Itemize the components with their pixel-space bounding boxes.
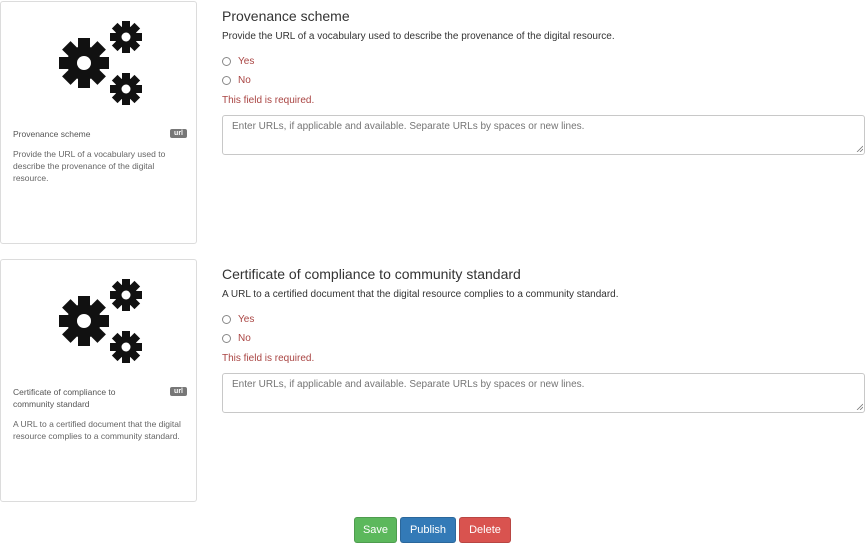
card-description: Provide the URL of a vocabulary used to … xyxy=(13,149,166,183)
radio-label: Yes xyxy=(238,313,255,325)
radio-no[interactable]: No xyxy=(222,73,251,87)
field-certificate-compliance: Certificate of compliance to community s… xyxy=(222,266,865,426)
field-provenance-scheme: Provenance scheme Provide the URL of a v… xyxy=(222,8,865,168)
gears-icon xyxy=(51,275,151,367)
radio-label: No xyxy=(238,74,251,86)
radio-no[interactable]: No xyxy=(222,331,251,345)
radio-circle-icon[interactable] xyxy=(222,56,231,66)
radio-circle-icon[interactable] xyxy=(222,75,231,85)
radio-yes[interactable]: Yes xyxy=(222,54,254,68)
validation-error: This field is required. xyxy=(222,353,315,364)
validation-error: This field is required. xyxy=(222,95,315,106)
field-description: Provide the URL of a vocabulary used to … xyxy=(222,31,615,42)
radio-label: Yes xyxy=(238,55,255,67)
save-button[interactable]: Save xyxy=(354,517,397,543)
radio-yes[interactable]: Yes xyxy=(222,312,254,326)
resize-handle-icon[interactable] xyxy=(856,145,863,152)
type-badge: url xyxy=(170,129,187,138)
radio-label: No xyxy=(238,332,251,344)
card-description: A URL to a certified document that the d… xyxy=(13,419,181,441)
delete-button[interactable]: Delete xyxy=(459,517,511,543)
publish-button[interactable]: Publish xyxy=(400,517,456,543)
metric-card-certificate-compliance: Certificate of compliance to community s… xyxy=(0,259,197,502)
card-title: Provenance scheme xyxy=(13,129,91,139)
urls-input[interactable] xyxy=(222,115,865,155)
type-badge: url xyxy=(170,387,187,396)
field-title: Provenance scheme xyxy=(222,8,350,24)
field-title: Certificate of compliance to community s… xyxy=(222,266,521,282)
field-description: A URL to a certified document that the d… xyxy=(222,289,619,300)
metric-card-provenance-scheme: Provenance scheme url Provide the URL of… xyxy=(0,1,197,244)
gears-icon xyxy=(51,17,151,109)
radio-circle-icon[interactable] xyxy=(222,333,231,343)
resize-handle-icon[interactable] xyxy=(856,403,863,410)
urls-input[interactable] xyxy=(222,373,865,413)
radio-circle-icon[interactable] xyxy=(222,314,231,324)
card-title: Certificate of compliance to community s… xyxy=(13,387,116,409)
